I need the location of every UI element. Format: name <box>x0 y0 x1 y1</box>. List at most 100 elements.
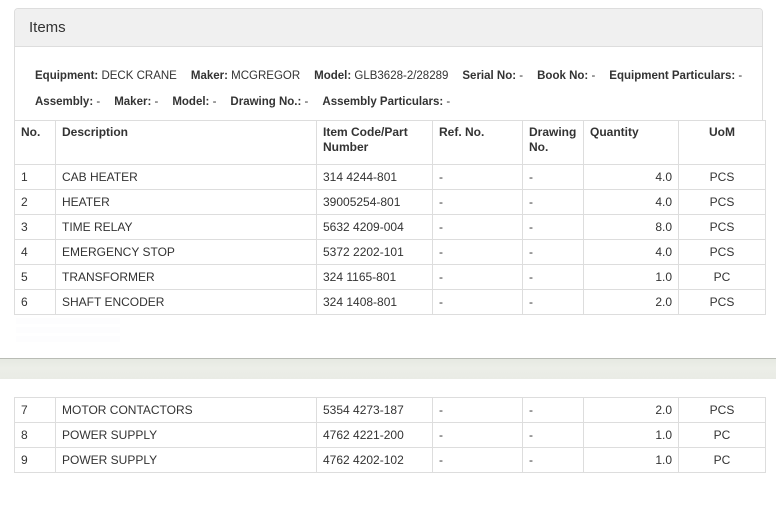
assembly-meta-label-4: Assembly Particulars: <box>322 96 446 108</box>
cell-no: 6 <box>15 290 56 315</box>
cell-quantity: 1.0 <box>584 448 679 473</box>
table-row[interactable]: 7MOTOR CONTACTORS5354 4273-187--2.0PCS <box>15 398 766 423</box>
cell-quantity: 8.0 <box>584 215 679 240</box>
faint-placeholder-text <box>16 318 120 345</box>
table-row[interactable]: 8POWER SUPPLY4762 4221-200--1.0PC <box>15 423 766 448</box>
cell-uom: PC <box>679 265 766 290</box>
cell-no: 4 <box>15 240 56 265</box>
cell-item-code: 5354 4273-187 <box>317 398 433 423</box>
cell-quantity: 2.0 <box>584 290 679 315</box>
equipment-meta-field-4: Book No: - <box>537 63 595 89</box>
cell-description: CAB HEATER <box>56 165 317 190</box>
equipment-meta-field-1: Maker: MCGREGOR <box>191 63 300 89</box>
assembly-meta-value-4: - <box>446 96 450 108</box>
page-title: Items <box>29 19 748 37</box>
assembly-meta-field-2: Model: - <box>172 89 216 115</box>
column-header-quantity: Quantity <box>584 121 679 165</box>
assembly-meta-value-3: - <box>305 96 309 108</box>
cell-quantity: 4.0 <box>584 190 679 215</box>
cell-quantity: 4.0 <box>584 240 679 265</box>
column-header-ref-no: Ref. No. <box>433 121 523 165</box>
cell-drawing-no: - <box>523 165 584 190</box>
cell-item-code: 5372 2202-101 <box>317 240 433 265</box>
assembly-meta-label-1: Maker: <box>114 96 154 108</box>
cell-item-code: 324 1165-801 <box>317 265 433 290</box>
cell-uom: PC <box>679 448 766 473</box>
equipment-meta-value-5: - <box>738 70 742 82</box>
cell-item-code: 5632 4209-004 <box>317 215 433 240</box>
cell-no: 1 <box>15 165 56 190</box>
panel-body: Equipment: DECK CRANEMaker: MCGREGORMode… <box>15 47 762 125</box>
cell-drawing-no: - <box>523 423 584 448</box>
cell-description: SHAFT ENCODER <box>56 290 317 315</box>
assembly-meta-label-2: Model: <box>172 96 212 108</box>
equipment-meta-value-4: - <box>591 70 595 82</box>
cell-ref-no: - <box>433 448 523 473</box>
cell-ref-no: - <box>433 215 523 240</box>
cell-uom: PCS <box>679 398 766 423</box>
table-row[interactable]: 1CAB HEATER314 4244-801--4.0PCS <box>15 165 766 190</box>
equipment-meta-value-0: DECK CRANE <box>101 70 176 82</box>
cell-uom: PCS <box>679 215 766 240</box>
cell-quantity: 4.0 <box>584 165 679 190</box>
equipment-meta-value-3: - <box>519 70 523 82</box>
assembly-meta-label-3: Drawing No.: <box>230 96 304 108</box>
table-row[interactable]: 6SHAFT ENCODER324 1408-801--2.0PCS <box>15 290 766 315</box>
table-row[interactable]: 9POWER SUPPLY4762 4202-102--1.0PC <box>15 448 766 473</box>
items-table-page-1: No. Description Item Code/Part Number Re… <box>14 120 766 315</box>
cell-drawing-no: - <box>523 190 584 215</box>
cell-ref-no: - <box>433 290 523 315</box>
equipment-meta-label-3: Serial No: <box>462 70 519 82</box>
items-panel: Items Equipment: DECK CRANE Maker: MCGREG… <box>14 8 763 126</box>
table-body-page-2: 7MOTOR CONTACTORS5354 4273-187--2.0PCS8P… <box>15 398 766 473</box>
column-header-no: No. <box>15 121 56 165</box>
cell-description: HEATER <box>56 190 317 215</box>
cell-ref-no: - <box>433 398 523 423</box>
cell-no: 2 <box>15 190 56 215</box>
assembly-meta-field-0: Assembly: - <box>35 89 100 115</box>
cell-description: POWER SUPPLY <box>56 423 317 448</box>
equipment-meta-field-2: Model: GLB3628-2/28289 <box>314 63 448 89</box>
equipment-meta-field-3: Serial No: - <box>462 63 523 89</box>
cell-drawing-no: - <box>523 448 584 473</box>
assembly-meta-field-1: Maker: - <box>114 89 158 115</box>
cell-ref-no: - <box>433 240 523 265</box>
table-row[interactable]: 5TRANSFORMER324 1165-801--1.0PC <box>15 265 766 290</box>
cell-description: TIME RELAY <box>56 215 317 240</box>
table-row[interactable]: 3TIME RELAY5632 4209-004--8.0PCS <box>15 215 766 240</box>
assembly-meta-value-1: - <box>154 96 158 108</box>
cell-item-code: 4762 4202-102 <box>317 448 433 473</box>
cell-drawing-no: - <box>523 240 584 265</box>
cell-uom: PCS <box>679 165 766 190</box>
table-body-page-1: 1CAB HEATER314 4244-801--4.0PCS2HEATER39… <box>15 165 766 315</box>
table-row[interactable]: 4EMERGENCY STOP5372 2202-101--4.0PCS <box>15 240 766 265</box>
column-header-uom: UoM <box>679 121 766 165</box>
table-row[interactable]: 2HEATER39005254-801--4.0PCS <box>15 190 766 215</box>
equipment-meta-label-2: Model: <box>314 70 354 82</box>
panel-header: Items <box>15 9 762 47</box>
page-break-separator <box>0 358 776 379</box>
cell-no: 7 <box>15 398 56 423</box>
assembly-meta-field-4: Assembly Particulars: - <box>322 89 450 115</box>
cell-uom: PCS <box>679 290 766 315</box>
cell-description: TRANSFORMER <box>56 265 317 290</box>
assembly-meta-line: Assembly: -Maker: -Model: -Drawing No.: … <box>35 89 742 115</box>
cell-uom: PCS <box>679 240 766 265</box>
cell-quantity: 1.0 <box>584 423 679 448</box>
cell-drawing-no: - <box>523 215 584 240</box>
cell-item-code: 39005254-801 <box>317 190 433 215</box>
cell-item-code: 324 1408-801 <box>317 290 433 315</box>
cell-no: 8 <box>15 423 56 448</box>
cell-ref-no: - <box>433 423 523 448</box>
equipment-meta-value-1: MCGREGOR <box>231 70 300 82</box>
assembly-meta-value-0: - <box>96 96 100 108</box>
cell-description: MOTOR CONTACTORS <box>56 398 317 423</box>
equipment-meta-label-0: Equipment: <box>35 70 101 82</box>
cell-quantity: 2.0 <box>584 398 679 423</box>
cell-drawing-no: - <box>523 398 584 423</box>
equipment-meta-value-2: GLB3628-2/28289 <box>354 70 448 82</box>
cell-item-code: 314 4244-801 <box>317 165 433 190</box>
column-header-item-code: Item Code/Part Number <box>317 121 433 165</box>
cell-uom: PCS <box>679 190 766 215</box>
cell-item-code: 4762 4221-200 <box>317 423 433 448</box>
